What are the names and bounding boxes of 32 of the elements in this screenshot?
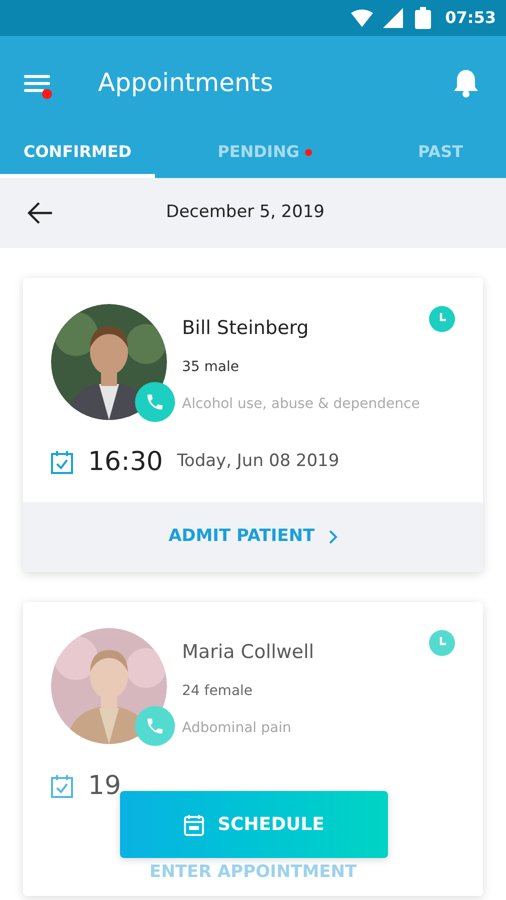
clock-time: 07:53 xyxy=(445,7,496,29)
visit-reason: Adbominal pain xyxy=(182,718,292,738)
call-button[interactable] xyxy=(135,382,175,422)
calendar-check-icon xyxy=(51,450,73,474)
menu-icon xyxy=(24,73,50,93)
chevron-right-icon xyxy=(328,530,338,544)
clock-icon xyxy=(429,630,455,656)
appointment-time: 19 xyxy=(88,770,122,802)
schedule-button[interactable]: SCHEDULE xyxy=(120,791,388,858)
patient-name: Maria Collwell xyxy=(182,640,314,665)
calendar-icon xyxy=(184,814,204,836)
patient-name: Bill Steinberg xyxy=(182,316,309,341)
date-label: December 5, 2019 xyxy=(166,201,324,224)
phone-icon xyxy=(145,716,165,736)
patient-age-sex: 24 female xyxy=(182,682,253,700)
back-arrow-icon xyxy=(26,201,54,225)
admit-patient-button[interactable]: ADMIT PATIENT xyxy=(23,502,483,572)
phone-icon xyxy=(145,392,165,412)
tab[interactable]: PENDING xyxy=(155,130,375,178)
appointment-date: Today, Jun 08 2019 xyxy=(176,450,340,474)
signal-icon xyxy=(383,8,406,28)
clock-icon xyxy=(429,306,455,332)
calendar-check-icon xyxy=(51,774,73,798)
screen-title: Appointments xyxy=(98,67,274,100)
notifications-button[interactable] xyxy=(452,68,480,98)
patient-age-sex: 35 male xyxy=(182,358,239,376)
appointment-time: 16:30 xyxy=(88,446,163,478)
visit-reason: Alcohol use, abuse & dependence xyxy=(182,394,420,414)
wifi-icon xyxy=(351,9,374,27)
battery-icon xyxy=(415,7,432,29)
bell-icon xyxy=(452,68,480,98)
tab[interactable]: PAST xyxy=(375,130,506,178)
